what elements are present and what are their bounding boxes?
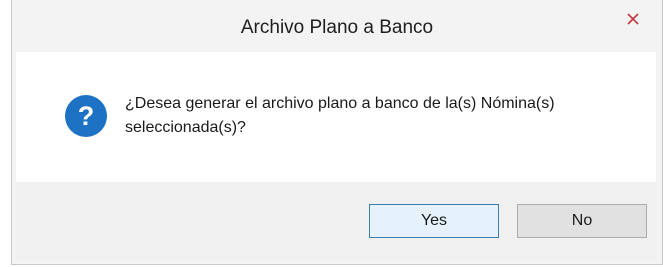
svg-text:?: ?: [78, 101, 95, 131]
yes-button[interactable]: Yes: [369, 204, 499, 238]
dialog-content: ? ¿Desea generar el archivo plano a banc…: [16, 52, 656, 182]
no-button[interactable]: No: [517, 204, 647, 238]
dialog-title: Archivo Plano a Banco: [240, 17, 434, 38]
question-icon: ?: [65, 95, 107, 137]
message-dialog: Archivo Plano a Banco ? ¿Desea generar e…: [11, 0, 663, 265]
button-bar: Yes No: [16, 182, 656, 260]
close-icon: [627, 13, 639, 25]
dialog-message: ¿Desea generar el archivo plano a banco …: [125, 95, 555, 136]
title-bar: Archivo Plano a Banco: [12, 0, 662, 52]
close-button[interactable]: [612, 0, 654, 38]
